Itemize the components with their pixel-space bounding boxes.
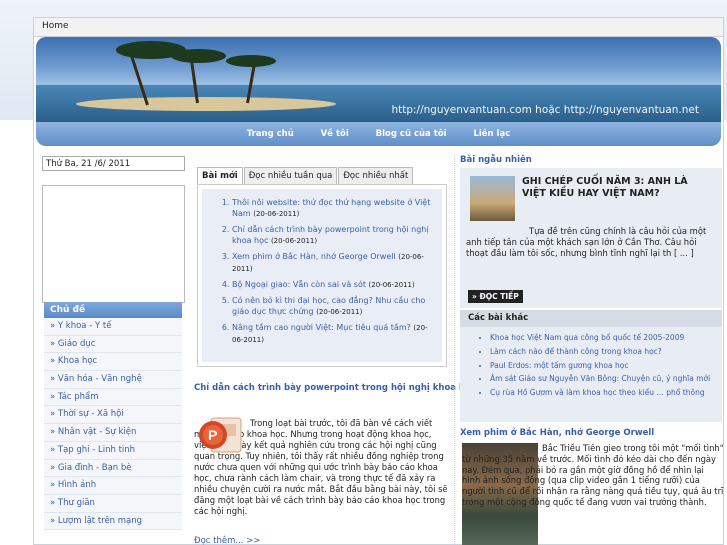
category-item[interactable]: » Tạp ghi - Linh tinh: [44, 441, 182, 460]
category-item[interactable]: » Y khoa - Y tế: [44, 318, 182, 336]
list-item: Xem phim ở Bắc Hàn, nhớ George Orwell (2…: [232, 251, 436, 275]
random-post-excerpt: Tựa đề trên cũng chính là câu hỏi của mộ…: [466, 226, 707, 258]
list-item: Chỉ dẫn cách trình bày powerpoint trong …: [232, 224, 436, 247]
category-item[interactable]: » Tác phẩm: [44, 388, 182, 407]
category-item[interactable]: » Hình ảnh: [44, 477, 182, 495]
page-container: Home http://nguyenvantuan.com hoặc http:…: [33, 17, 724, 545]
random-post-thumbnail: [470, 176, 515, 221]
other-post-link[interactable]: Âm sát Giáo sư Nguyễn Văn Bông: Chuyện c…: [490, 374, 722, 384]
nav-about[interactable]: Về tôi: [321, 129, 349, 139]
banner-island: [76, 97, 336, 111]
category-item[interactable]: » Thư giãn: [44, 494, 182, 513]
tab-most-read-week[interactable]: Đọc nhiều tuần qua: [243, 167, 338, 185]
other-post-link[interactable]: Cụ rùa Hồ Gươm và làm khoa học theo kiểu…: [490, 388, 722, 398]
palm-leaves: [171, 49, 226, 63]
category-item[interactable]: » Gia đình - Bạn bè: [44, 459, 182, 478]
post-date: (20-06-2011): [253, 210, 300, 218]
header-banner: http://nguyenvantuan.com hoặc http://ngu…: [36, 37, 721, 122]
random-post-title[interactable]: GHI CHÉP CUỐI NĂM 3: ANH LÀ VIỆT KIỀU HA…: [522, 176, 714, 200]
list-item: Có nên bỏ kì thi đại học, cao đẳng? Nhu …: [232, 295, 436, 318]
list-item: Bộ Ngoại giao: Vẫn còn sai và sót (20-06…: [232, 279, 436, 291]
palm-leaves: [226, 55, 276, 67]
xem-post-title[interactable]: Xem phim ở Bắc Hàn, nhớ George Orwell: [460, 428, 654, 438]
banner-url: http://nguyenvantuan.com hoặc http://ngu…: [391, 104, 699, 116]
category-menu-title: Chủ đề: [44, 302, 182, 318]
category-item[interactable]: » Văn hóa - Văn nghệ: [44, 371, 182, 389]
featured-post-title[interactable]: Chỉ dẫn cách trình bày powerpoint trong …: [194, 383, 476, 393]
xem-post-excerpt: Bắc Triều Tiên gieo trong tôi một "mối t…: [462, 443, 724, 507]
category-item[interactable]: » Nhân vật - Sự kiện: [44, 424, 182, 442]
category-item[interactable]: » Lượm lặt trên mạng: [44, 512, 182, 531]
powerpoint-icon: P: [199, 417, 242, 453]
post-link[interactable]: Bộ Ngoại giao: Vẫn còn sai và sót: [232, 280, 366, 289]
other-post-link[interactable]: Làm cách nào để thành công trong khoa họ…: [490, 347, 722, 357]
post-date: (20-06-2011): [316, 308, 363, 316]
other-post-link[interactable]: Paul Erdos: một tấm gương khoa học: [490, 361, 722, 371]
category-item[interactable]: » Thời sự - Xã hội: [44, 406, 182, 425]
read-more-link[interactable]: Đọc thêm... >>: [194, 536, 260, 545]
read-more-button[interactable]: » ĐỌC TIẾP: [468, 290, 523, 303]
column-divider: [454, 155, 455, 545]
post-date: (20-06-2011): [270, 237, 318, 245]
nav-old-blog[interactable]: Blog cũ của tôi: [376, 129, 447, 139]
tab-new-posts[interactable]: Bài mới: [197, 167, 243, 185]
list-item: Thôi nôi website: thử đọc thứ hạng websi…: [232, 197, 436, 220]
post-link[interactable]: Nâng tầm cao người Việt: Mục tiêu quá tầ…: [232, 323, 411, 332]
nav-contact[interactable]: Liên lạc: [473, 129, 510, 139]
other-post-link[interactable]: Khoa học Việt Nam qua công bố quốc tế 20…: [490, 333, 722, 343]
new-posts-list: Thôi nôi website: thử đọc thứ hạng websi…: [202, 189, 442, 362]
svg-text:P: P: [208, 427, 217, 443]
sidebar-widget-box: [42, 185, 185, 303]
tab-most-read[interactable]: Đọc nhiều nhất: [338, 167, 414, 185]
post-link[interactable]: Chỉ dẫn cách trình bày powerpoint trong …: [232, 225, 429, 245]
random-post-head: Bài ngẫu nhiên: [460, 155, 532, 165]
other-posts-box: Các bài khác Khoa học Việt Nam qua công …: [460, 310, 722, 422]
home-link[interactable]: Home: [34, 18, 723, 37]
list-item: Nâng tầm cao người Việt: Mục tiêu quá tầ…: [232, 322, 436, 346]
tab-panel: Thôi nôi website: thử đọc thứ hạng websi…: [197, 184, 447, 367]
post-link[interactable]: Xem phim ở Bắc Hàn, nhớ George Orwell: [232, 252, 396, 261]
category-item[interactable]: » Khoa học: [44, 353, 182, 372]
category-menu: Chủ đề » Y khoa - Y tế » Giáo dục » Khoa…: [44, 302, 182, 531]
date-display: Thứ Ba, 21 /6/ 2011: [42, 156, 185, 171]
main-nav: Trang chủ Về tôi Blog cũ của tôi Liên lạ…: [36, 122, 721, 146]
post-date: (20-06-2011): [368, 281, 415, 289]
random-post-heading: Bài ngẫu nhiên: [460, 155, 722, 165]
category-item[interactable]: » Giáo dục: [44, 335, 182, 354]
random-post-box: GHI CHÉP CUỐI NĂM 3: ANH LÀ VIỆT KIỀU HA…: [460, 168, 722, 308]
other-posts-head: Các bài khác: [460, 310, 722, 327]
nav-home[interactable]: Trang chủ: [247, 129, 294, 139]
post-tabs: Bài mới Đọc nhiều tuần qua Đọc nhiều nhất: [197, 167, 414, 185]
